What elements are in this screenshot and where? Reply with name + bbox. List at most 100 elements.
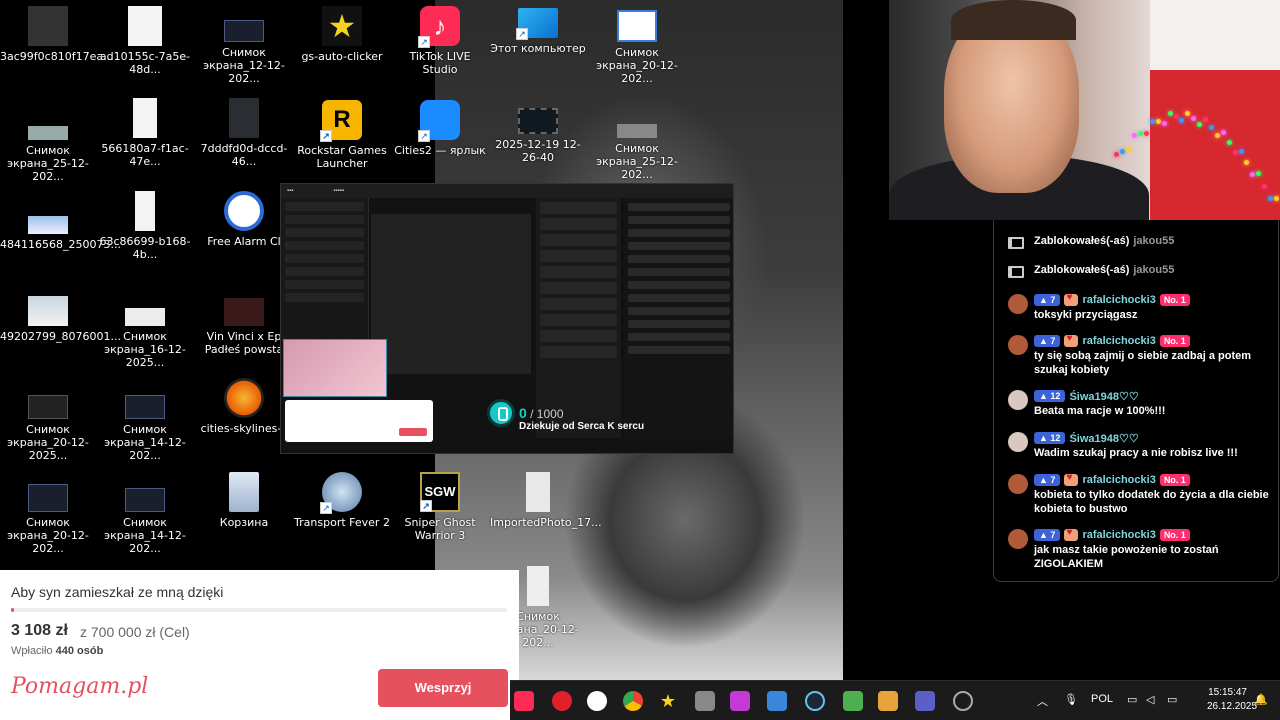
- desktop-icon-video[interactable]: 7dddfd0d-dccd-46...: [196, 92, 292, 182]
- megaphone-icon: [1006, 263, 1024, 278]
- desktop-icon-label: 3ac99f0c810f17ea...: [0, 50, 114, 63]
- rockstar-taskbar-icon[interactable]: [552, 691, 572, 711]
- chat-username[interactable]: Śiwa1948♡♡: [1069, 390, 1138, 403]
- desktop-icon-label: Снимок экрана_16-12-2025...: [104, 330, 186, 369]
- desktop-icon-label: Free Alarm Cl: [207, 235, 281, 248]
- blocked-username[interactable]: jakou55: [1133, 235, 1174, 247]
- light-bulb: [1120, 148, 1126, 154]
- avatar[interactable]: [1008, 432, 1028, 452]
- avatar[interactable]: [1008, 335, 1028, 355]
- microphone-icon[interactable]: 🎙: [1064, 693, 1078, 706]
- volume-icon[interactable]: ◁: [1146, 693, 1154, 706]
- desktop-icon-video[interactable]: 2025-12-19 12-26-40: [490, 94, 586, 184]
- desktop-icon-screenshot[interactable]: Снимок экрана_14-12-202...: [97, 385, 193, 475]
- desktop-icon-sniper-ghost-warrior[interactable]: SGW ↗ Sniper Ghost Warrior 3: [392, 466, 488, 556]
- support-button[interactable]: Wesprzyj: [378, 669, 508, 707]
- desktop-icon-recycle-bin[interactable]: Корзина: [196, 466, 292, 556]
- chat-username[interactable]: rafalcichocki3: [1082, 335, 1155, 347]
- avatar[interactable]: [1008, 390, 1028, 410]
- desktop-icon-free-alarm-clock[interactable]: Free Alarm Cl: [196, 185, 292, 275]
- desktop-icon-screenshot[interactable]: Снимок экрана_20-12-202...: [589, 4, 685, 94]
- steam-taskbar-icon[interactable]: [805, 691, 825, 711]
- avatar[interactable]: [1008, 474, 1028, 494]
- chat-line: [628, 320, 730, 328]
- chat-message[interactable]: ▲ 7 rafalcichocki3 No. 1 jak masz takie po…: [1006, 527, 1276, 575]
- system-message: Zablokowałeś(-aś) jakou55: [1006, 260, 1276, 280]
- chat-message[interactable]: ▲ 12 Śiwa1948♡♡ Beata ma racje w 100%!!!: [1006, 388, 1276, 426]
- chat-username[interactable]: Śiwa1948♡♡: [1069, 432, 1138, 445]
- avatar[interactable]: [1008, 529, 1028, 549]
- desktop-icon-cities2[interactable]: ↗ Cities2 — ярлык: [392, 94, 488, 184]
- desktop-icon-file[interactable]: 566180a7-f1ac-47e...: [97, 92, 193, 182]
- chat-line: [628, 203, 730, 211]
- package-taskbar-icon[interactable]: [695, 691, 715, 711]
- desktop-icon-file[interactable]: 49202799_8076001...: [0, 292, 121, 382]
- light-bulb: [1191, 116, 1197, 122]
- light-bulb: [1167, 111, 1173, 117]
- desktop-icon-file[interactable]: 63c86699-b168-4b...: [97, 185, 193, 275]
- studio-preview: [371, 214, 531, 374]
- language-indicator[interactable]: POL: [1091, 693, 1113, 705]
- desktop-icon-imported-photo[interactable]: ImportedPhoto_17...: [490, 466, 602, 556]
- desktop-icon-screenshot[interactable]: Снимок экрана_20-12-202...: [0, 478, 96, 568]
- desktop-icon-tiktok-live-studio[interactable]: ♪ ↗ TikTok LIVE Studio: [392, 0, 488, 90]
- light-bulb: [1262, 183, 1268, 189]
- chat-message[interactable]: ▲ 7 rafalcichocki3 No. 1 kobieta to tylko …: [1006, 472, 1276, 520]
- system-message: Zablokowałeś(-aś) jakou55: [1006, 231, 1276, 251]
- desktop-icon-screenshot[interactable]: Снимок экрана_16-12-2025...: [97, 292, 193, 382]
- desktop-icon-label: 566180a7-f1ac-47e...: [101, 142, 189, 168]
- desktop-icon-gs-auto-clicker[interactable]: ★ gs-auto-clicker: [294, 0, 390, 90]
- chat-message[interactable]: ▲ 7 rafalcichocki3 No. 1 toksyki przyciąga…: [1006, 292, 1276, 330]
- avatar[interactable]: [1008, 294, 1028, 314]
- desktop-icon-label: Cities2 — ярлык: [394, 144, 486, 157]
- sidebar-row: [285, 254, 364, 263]
- image-thumbnail-icon: [28, 484, 68, 512]
- image-thumbnail-icon: [125, 308, 165, 326]
- desktop-icon-screenshot[interactable]: Снимок экрана_25-12-202...: [0, 104, 96, 194]
- battery-icon[interactable]: ▭: [1167, 693, 1177, 706]
- desktop-icon-file[interactable]: 484116568_250073...: [0, 198, 121, 288]
- chat-username[interactable]: rafalcichocki3: [1082, 474, 1155, 486]
- photos-taskbar-icon[interactable]: [767, 691, 787, 711]
- supporters-count: 440 osób: [55, 645, 104, 657]
- media-taskbar-icon[interactable]: [878, 691, 898, 711]
- system-clock[interactable]: 15:15:47 26.12.2025: [1207, 686, 1257, 714]
- live-chat-panel[interactable]: Zablokowałeś(-aś) jakou55 Zablokowałeś(-a…: [993, 220, 1279, 582]
- desktop-icon-video[interactable]: Vin Vinci x Ep Padłeś powsta: [196, 292, 292, 382]
- person-hair: [951, 0, 1076, 40]
- desktop-icon-label: Снимок экрана_14-12-202...: [104, 423, 186, 462]
- app-taskbar-icon[interactable]: [730, 691, 750, 711]
- desktop-icon-screenshot[interactable]: Снимок экрана_12-12-202...: [196, 4, 292, 94]
- tiktok-taskbar-icon[interactable]: [514, 691, 534, 711]
- chevron-up-icon[interactable]: ︿: [1037, 693, 1048, 709]
- desktop-icon-screenshot[interactable]: Снимок экрана_20-12-2025...: [0, 385, 96, 475]
- notification-bell-icon[interactable]: 🔔: [1254, 693, 1268, 706]
- chat-username[interactable]: rafalcichocki3: [1082, 294, 1155, 306]
- desktop-icon-this-pc[interactable]: ↗ Этот компьютер: [490, 0, 586, 90]
- star-taskbar-icon[interactable]: ★: [658, 691, 678, 711]
- chat-line: [628, 333, 730, 341]
- chat-message[interactable]: ▲ 7 rafalcichocki3 No. 1 ty się sobą zajmi…: [1006, 333, 1276, 381]
- network-icon[interactable]: ▭: [1127, 693, 1137, 706]
- teams-taskbar-icon[interactable]: [915, 691, 935, 711]
- obs-taskbar-icon[interactable]: [953, 691, 973, 711]
- game-taskbar-icon[interactable]: [843, 691, 863, 711]
- chat-username[interactable]: rafalcichocki3: [1082, 529, 1155, 541]
- desktop-icon-transport-fever[interactable]: ↗ Transport Fever 2: [294, 466, 390, 556]
- sidebar-row: [285, 293, 364, 302]
- desktop-icon-label: Этот компьютер: [490, 42, 586, 55]
- desktop-icon-screenshot[interactable]: Снимок экрана_25-12-202...: [589, 104, 685, 194]
- light-bulb: [1256, 171, 1262, 177]
- desktop-icon-file[interactable]: 3ac99f0c810f17ea...: [0, 0, 114, 90]
- chrome-taskbar-icon[interactable]: [623, 691, 643, 711]
- rank-badge: No. 1: [1159, 474, 1190, 486]
- blocked-username[interactable]: jakou55: [1133, 264, 1174, 276]
- desktop-icon-rockstar-games-launcher[interactable]: R ↗ Rockstar Games Launcher: [294, 94, 390, 184]
- goal-ring-icon: [487, 399, 515, 427]
- image-thumbnail-icon: [28, 296, 68, 326]
- vivaldi-taskbar-icon[interactable]: [587, 691, 607, 711]
- desktop-icon-cities-skylines[interactable]: cities-skylines-ii: [196, 372, 292, 462]
- desktop-icon-screenshot[interactable]: Снимок экрана_14-12-202...: [97, 478, 193, 568]
- chat-message[interactable]: ▲ 12 Śiwa1948♡♡ Wadim szukaj pracy a nie …: [1006, 430, 1276, 468]
- desktop-icon-file[interactable]: ad10155c-7a5e-48d...: [97, 0, 193, 90]
